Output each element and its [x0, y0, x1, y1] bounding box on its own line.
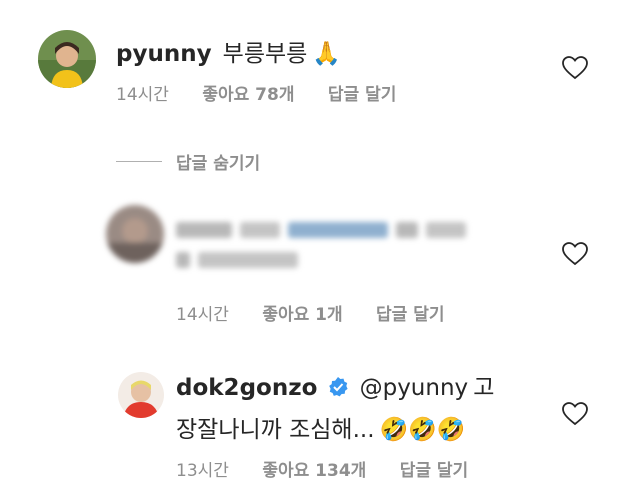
avatar[interactable] [106, 205, 164, 263]
comment-username[interactable]: pyunny [116, 41, 212, 67]
reply-button[interactable]: 답글 달기 [400, 461, 468, 481]
reply-button[interactable]: 답글 달기 [376, 305, 444, 325]
avatar[interactable] [38, 30, 96, 88]
mention-link[interactable]: @pyunny [360, 375, 469, 401]
comment-likes[interactable]: 좋아요 134개 [262, 461, 366, 481]
avatar-image [38, 30, 96, 88]
blurred-comment [176, 222, 496, 268]
avatar[interactable] [118, 372, 164, 418]
comment-time[interactable]: 13시간 [176, 461, 229, 481]
comment-time[interactable]: 14시간 [176, 305, 229, 325]
like-heart-icon[interactable] [562, 56, 588, 80]
reply-button[interactable]: 답글 달기 [328, 85, 396, 105]
comment-text-line2: 장잘나니까 조심해... [176, 417, 375, 443]
comment-time[interactable]: 14시간 [116, 85, 169, 105]
avatar-image [118, 372, 164, 418]
pray-emoji: 🙏 [312, 41, 342, 67]
hide-replies-line [116, 161, 162, 162]
comment-username[interactable]: dok2gonzo [176, 375, 317, 401]
comment-likes[interactable]: 좋아요 78개 [202, 85, 294, 105]
hide-replies-button[interactable]: 답글 숨기기 [176, 154, 260, 174]
like-heart-icon[interactable] [562, 242, 588, 266]
laughing-emoji: 🤣🤣🤣 [379, 417, 466, 443]
comment-text: 부릉부릉 [222, 41, 308, 67]
avatar-image [106, 205, 164, 263]
verified-badge-icon [328, 377, 348, 397]
comment-text: 고 [473, 375, 495, 401]
comment-likes[interactable]: 좋아요 1개 [262, 305, 342, 325]
like-heart-icon[interactable] [562, 402, 588, 426]
